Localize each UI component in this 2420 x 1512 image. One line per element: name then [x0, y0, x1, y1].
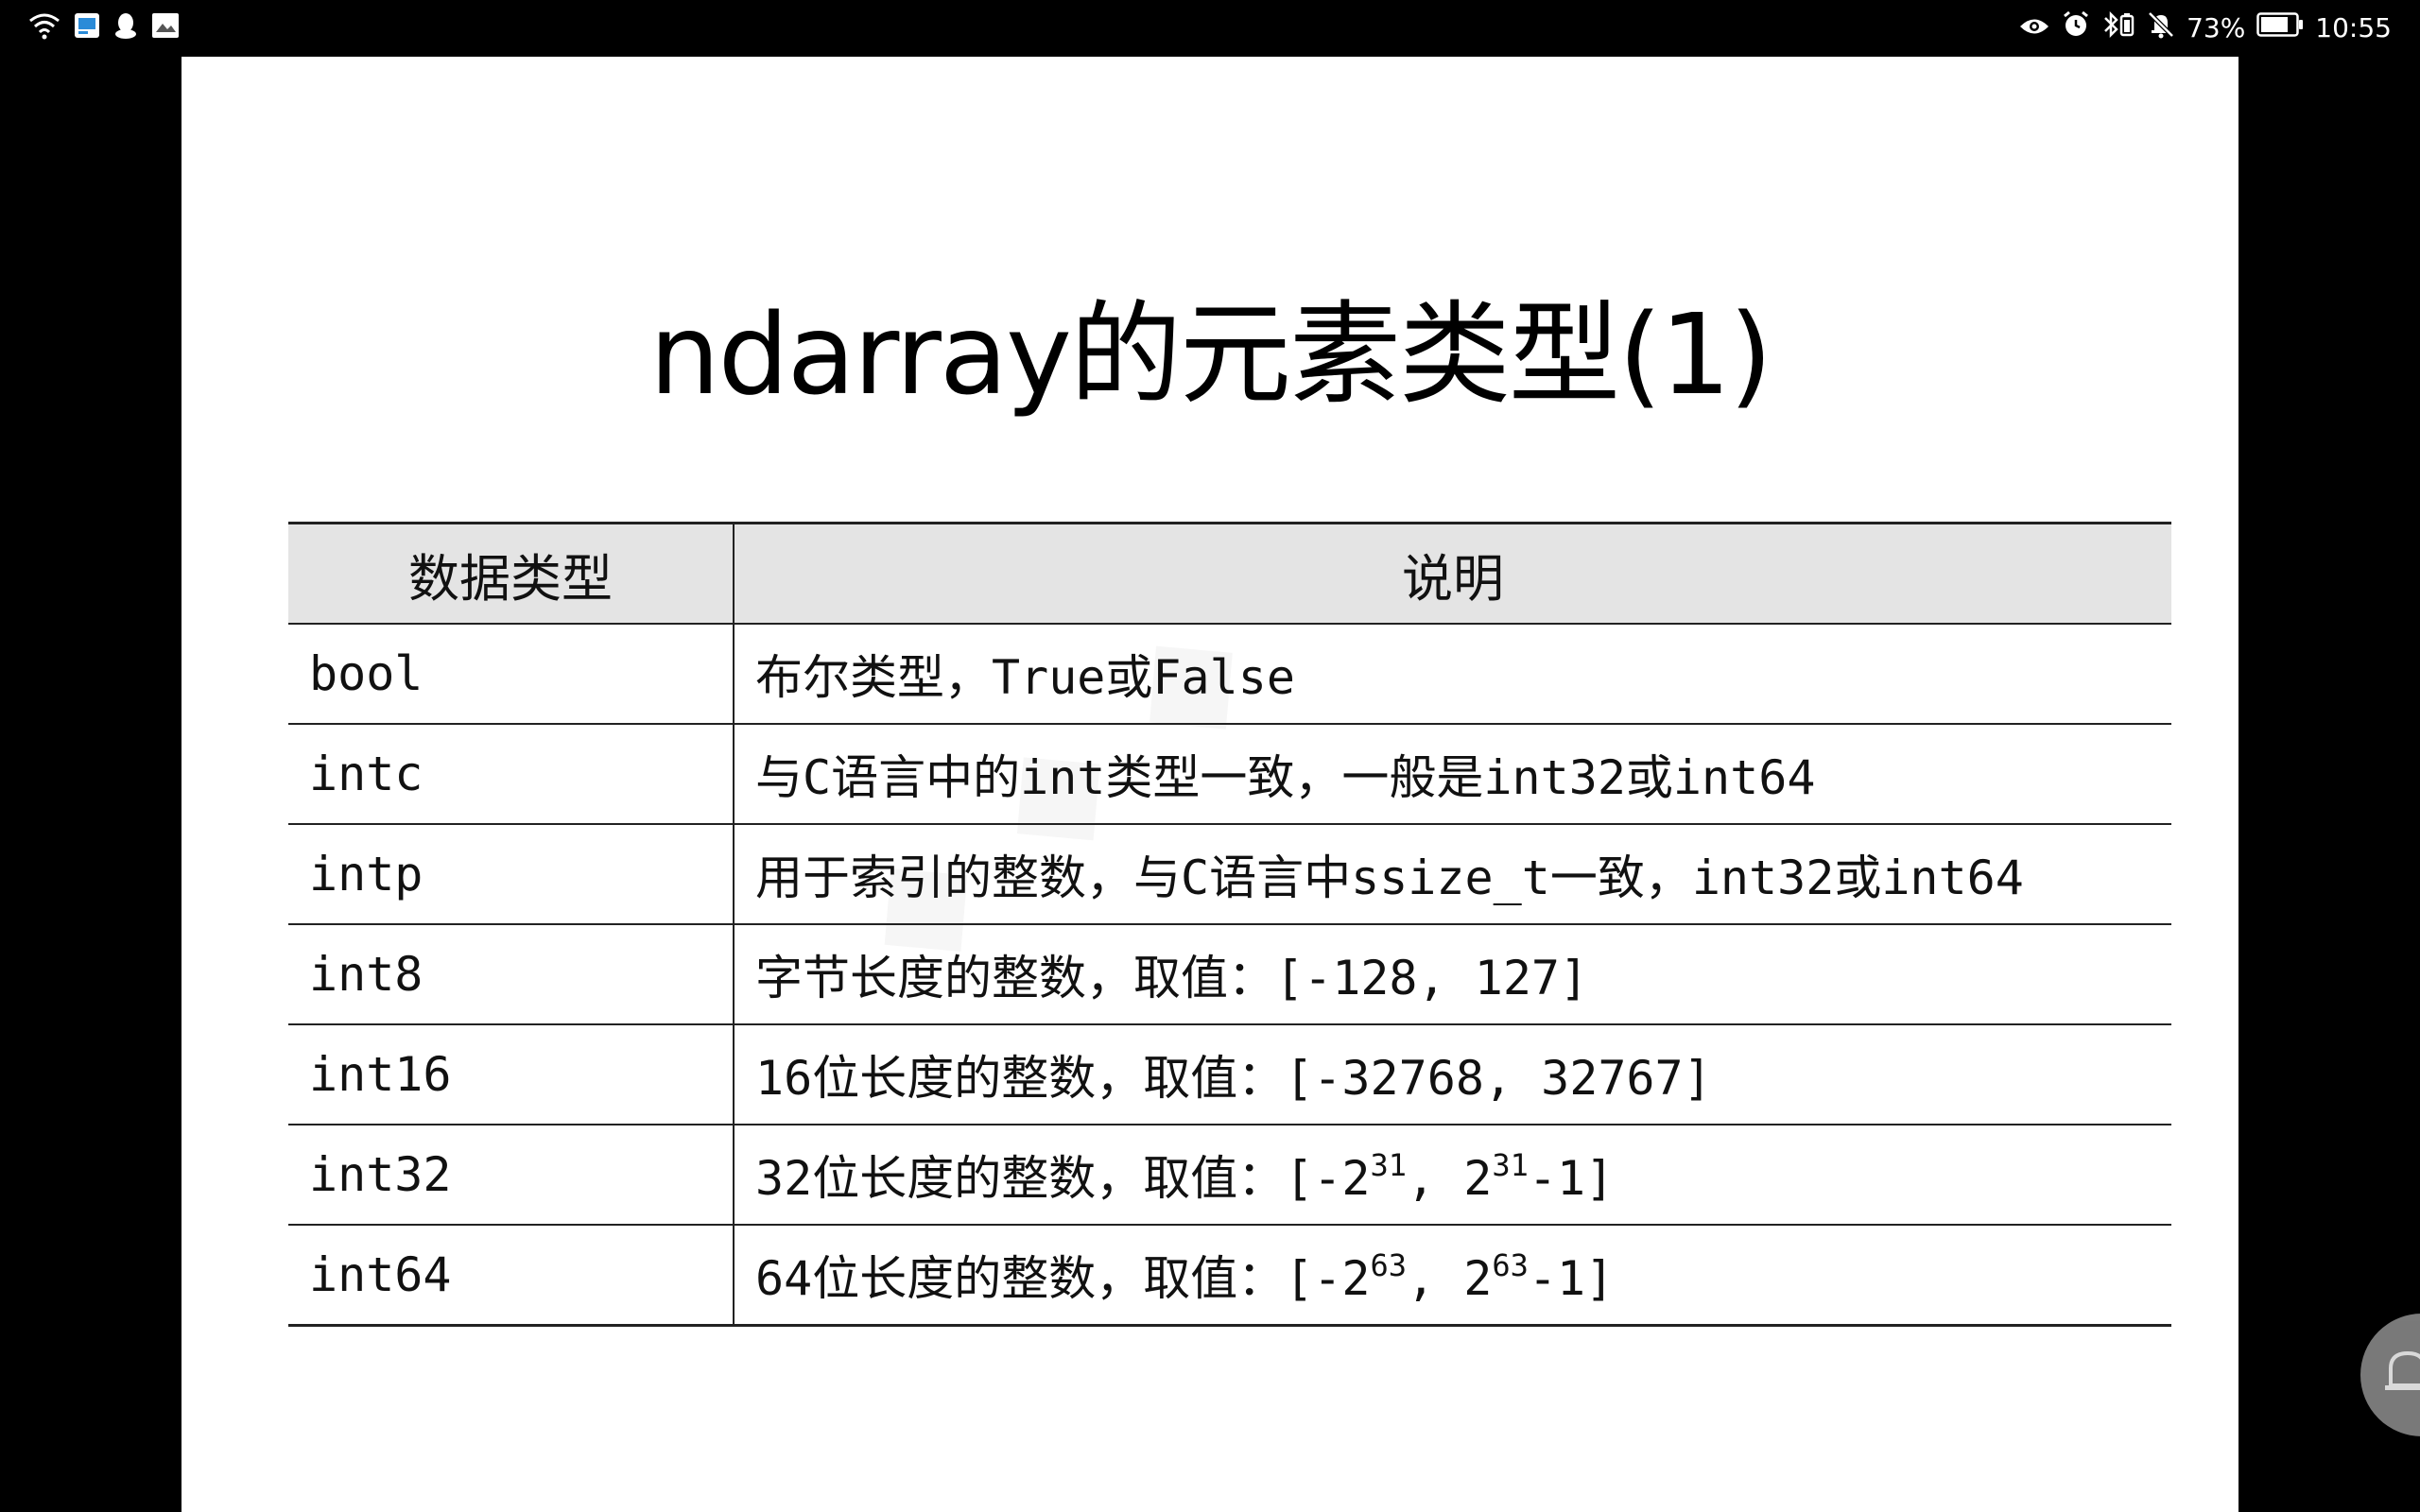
eye-icon: [2018, 12, 2050, 43]
gallery-icon: [151, 12, 180, 43]
table-row: int32 32位长度的整数，取值：[-231, 231-1]: [288, 1124, 2171, 1226]
type-cell: intp: [288, 823, 735, 925]
table-row: intp 用于索引的整数，与C语言中ssize_t一致，int32或int64: [288, 823, 2171, 925]
table-row: int16 16位长度的整数，取值：[-32768, 32767]: [288, 1023, 2171, 1125]
table-row: intc 与C语言中的int类型一致，一般是int32或int64: [288, 723, 2171, 825]
table-row: int64 64位长度的整数，取值：[-263, 263-1]: [288, 1224, 2171, 1327]
table-header-row: 数据类型 说明: [288, 522, 2171, 625]
alarm-icon: [2062, 10, 2090, 45]
bluetooth-icon: [2101, 10, 2135, 45]
bell-icon: [2385, 1350, 2420, 1390]
description-text: , 2: [1407, 1251, 1493, 1306]
type-cell: intc: [288, 723, 735, 825]
description-cell: 64位长度的整数，取值：[-263, 263-1]: [734, 1224, 2171, 1327]
description-text: -1]: [1528, 1251, 1615, 1306]
battery-icon: [2256, 11, 2304, 43]
type-cell: int8: [288, 923, 735, 1025]
header-description: 说明: [734, 522, 2171, 625]
mute-icon: [2147, 10, 2175, 45]
qq-icon: [113, 11, 138, 43]
exponent: 63: [1492, 1247, 1529, 1283]
description-cell: 32位长度的整数，取值：[-231, 231-1]: [734, 1124, 2171, 1226]
type-cell: int16: [288, 1023, 735, 1125]
type-cell: int32: [288, 1124, 735, 1226]
data-type-table: 数据类型 说明 bool 布尔类型，True或False intc 与C语言中的…: [288, 522, 2171, 1327]
description-text: -1]: [1528, 1151, 1615, 1206]
exponent: 31: [1492, 1147, 1529, 1183]
type-cell: int64: [288, 1224, 735, 1327]
type-cell: bool: [288, 623, 735, 725]
description-cell: 字节长度的整数，取值：[-128, 127]: [734, 923, 2171, 1025]
screen: 73% 10:55 ◆ ◆ ◆ ◆ ndarray的元素类型(1) 数据类型 说…: [0, 0, 2420, 1512]
status-bar-right: 73% 10:55: [2018, 9, 2392, 45]
status-bar-left: [28, 12, 180, 43]
clock: 10:55: [2315, 11, 2392, 43]
table-row: bool 布尔类型，True或False: [288, 623, 2171, 725]
description-cell: 与C语言中的int类型一致，一般是int32或int64: [734, 723, 2171, 825]
battery-percentage: 73%: [2187, 11, 2246, 43]
header-data-type: 数据类型: [288, 522, 735, 625]
description-cell: 布尔类型，True或False: [734, 623, 2171, 725]
floating-assistant-button[interactable]: [2360, 1314, 2420, 1436]
app-notification-icon: [74, 12, 100, 43]
description-cell: 用于索引的整数，与C语言中ssize_t一致，int32或int64: [734, 823, 2171, 925]
slide: ◆ ◆ ◆ ◆ ndarray的元素类型(1) 数据类型 说明 bool 布尔类…: [182, 57, 2238, 1512]
exponent: 63: [1370, 1247, 1408, 1283]
slide-title: ndarray的元素类型(1): [648, 289, 1772, 420]
description-text: , 2: [1407, 1151, 1493, 1206]
exponent: 31: [1370, 1147, 1408, 1183]
wifi-icon: [28, 11, 60, 43]
description-cell: 16位长度的整数，取值：[-32768, 32767]: [734, 1023, 2171, 1125]
description-text: 32位长度的整数，取值：[-2: [755, 1151, 1371, 1206]
status-bar: 73% 10:55: [0, 0, 2420, 55]
table-row: int8 字节长度的整数，取值：[-128, 127]: [288, 923, 2171, 1025]
description-text: 64位长度的整数，取值：[-2: [755, 1251, 1371, 1306]
